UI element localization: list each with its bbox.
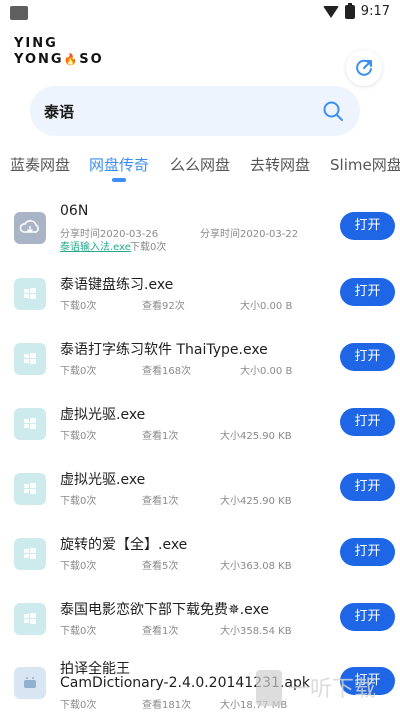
download-count: 下载0次 (60, 700, 97, 711)
open-button[interactable]: 打开 (340, 343, 395, 371)
list-item[interactable]: 虚拟光驱.exe 下载0次 查看1次 大小425.90 KB 打开 (0, 461, 400, 523)
search-bar[interactable]: 泰语 (30, 86, 360, 136)
download-count: 下载0次 (60, 431, 97, 442)
windows-exe-icon (14, 408, 46, 440)
search-input[interactable]: 泰语 (44, 101, 74, 122)
flame-icon: 🔥 (63, 53, 80, 66)
download-count: 下载0次 (60, 561, 97, 572)
item-title: 旋转的爱【全】.exe (60, 537, 188, 553)
windows-exe-icon (14, 603, 46, 635)
battery-icon (344, 2, 355, 19)
view-count: 查看1次 (142, 626, 179, 637)
refresh-icon (356, 59, 372, 76)
download-count: 下载0次 (60, 366, 97, 377)
item-title: 泰语键盘练习.exe (60, 277, 174, 293)
app-logo: YING YONG🔥SO (14, 36, 104, 68)
download-count: 下载0次 (60, 496, 97, 507)
file-size: 大小363.08 KB (220, 561, 292, 572)
notification-icon (10, 6, 28, 20)
file-link[interactable]: 泰语输入法.exe (60, 238, 131, 253)
list-item[interactable]: 06N 分享时间2020-03-26 分享时间2020-03-22 泰语输入法.… (0, 200, 400, 262)
list-item[interactable]: 泰语打字练习软件 ThaiType.exe 下载0次 查看168次 大小0.00… (0, 331, 400, 393)
list-item[interactable]: 虚拟光驱.exe 下载0次 查看1次 大小425.90 KB 打开 (0, 396, 400, 458)
active-tab-indicator (112, 178, 126, 182)
open-button[interactable]: 打开 (340, 473, 395, 501)
view-count: 查看92次 (142, 301, 185, 312)
status-bar: 9:17 (0, 0, 400, 26)
svg-text:一听下载: 一听下载 (288, 677, 376, 702)
tab-quzhuan[interactable]: 去转网盘 (250, 154, 310, 175)
item-title: 06N (60, 203, 89, 219)
file-size: 大小425.90 KB (220, 431, 292, 442)
tab-lanzou[interactable]: 蓝奏网盘 (10, 154, 70, 175)
list-item[interactable]: 旋转的爱【全】.exe 下载0次 查看5次 大小363.08 KB 打开 (0, 526, 400, 588)
download-count: 下载0次 (130, 242, 167, 253)
open-button[interactable]: 打开 (340, 538, 395, 566)
open-button[interactable]: 打开 (340, 278, 395, 306)
file-size: 大小358.54 KB (220, 626, 292, 637)
logo-line1: YING (14, 36, 58, 51)
watermark: 一听下载 (252, 666, 400, 710)
item-title: 泰国电影恋欲下部下载免费✵.exe (60, 602, 270, 618)
tab-wangpan-chuanqi[interactable]: 网盘传奇 (89, 154, 149, 175)
windows-exe-icon (14, 538, 46, 570)
item-title: 虚拟光驱.exe (60, 407, 146, 423)
open-button[interactable]: 打开 (340, 408, 395, 436)
tab-memeda[interactable]: 么么网盘 (170, 154, 230, 175)
view-count: 查看1次 (142, 431, 179, 442)
windows-exe-icon (14, 278, 46, 310)
logo-line2a: YONG (14, 52, 64, 67)
item-title: 泰语打字练习软件 ThaiType.exe (60, 342, 268, 358)
logo-line2: YONG🔥SO (14, 52, 104, 68)
wifi-icon (322, 5, 339, 18)
file-size: 大小0.00 B (240, 301, 293, 312)
open-button[interactable]: 打开 (340, 603, 395, 631)
list-item[interactable]: 泰语键盘练习.exe 下载0次 查看92次 大小0.00 B 打开 (0, 266, 400, 328)
view-count: 查看168次 (142, 366, 192, 377)
refresh-button[interactable] (346, 50, 382, 86)
view-count: 查看5次 (142, 561, 179, 572)
status-right: 9:17 (322, 2, 390, 19)
list-item[interactable]: 泰国电影恋欲下部下载免费✵.exe 下载0次 查看1次 大小358.54 KB … (0, 591, 400, 653)
download-count: 下载0次 (60, 626, 97, 637)
view-count: 查看181次 (142, 700, 192, 711)
item-title: 虚拟光驱.exe (60, 472, 146, 488)
status-time: 9:17 (360, 4, 390, 19)
tab-bar: 蓝奏网盘 网盘传奇 么么网盘 去转网盘 Slime网盘 (0, 150, 400, 180)
file-size: 大小425.90 KB (220, 496, 292, 507)
download-count: 下载0次 (60, 301, 97, 312)
search-icon[interactable] (322, 100, 344, 122)
windows-exe-icon (14, 473, 46, 505)
share-time-2: 分享时间2020-03-22 (200, 229, 299, 240)
cloud-folder-icon (14, 212, 46, 244)
tab-slime[interactable]: Slime网盘 (330, 154, 400, 175)
logo-line2b: SO (79, 52, 104, 67)
windows-exe-icon (14, 343, 46, 375)
file-size: 大小0.00 B (240, 366, 293, 377)
view-count: 查看1次 (142, 496, 179, 507)
apk-file-icon (14, 667, 46, 699)
open-button[interactable]: 打开 (340, 212, 395, 240)
